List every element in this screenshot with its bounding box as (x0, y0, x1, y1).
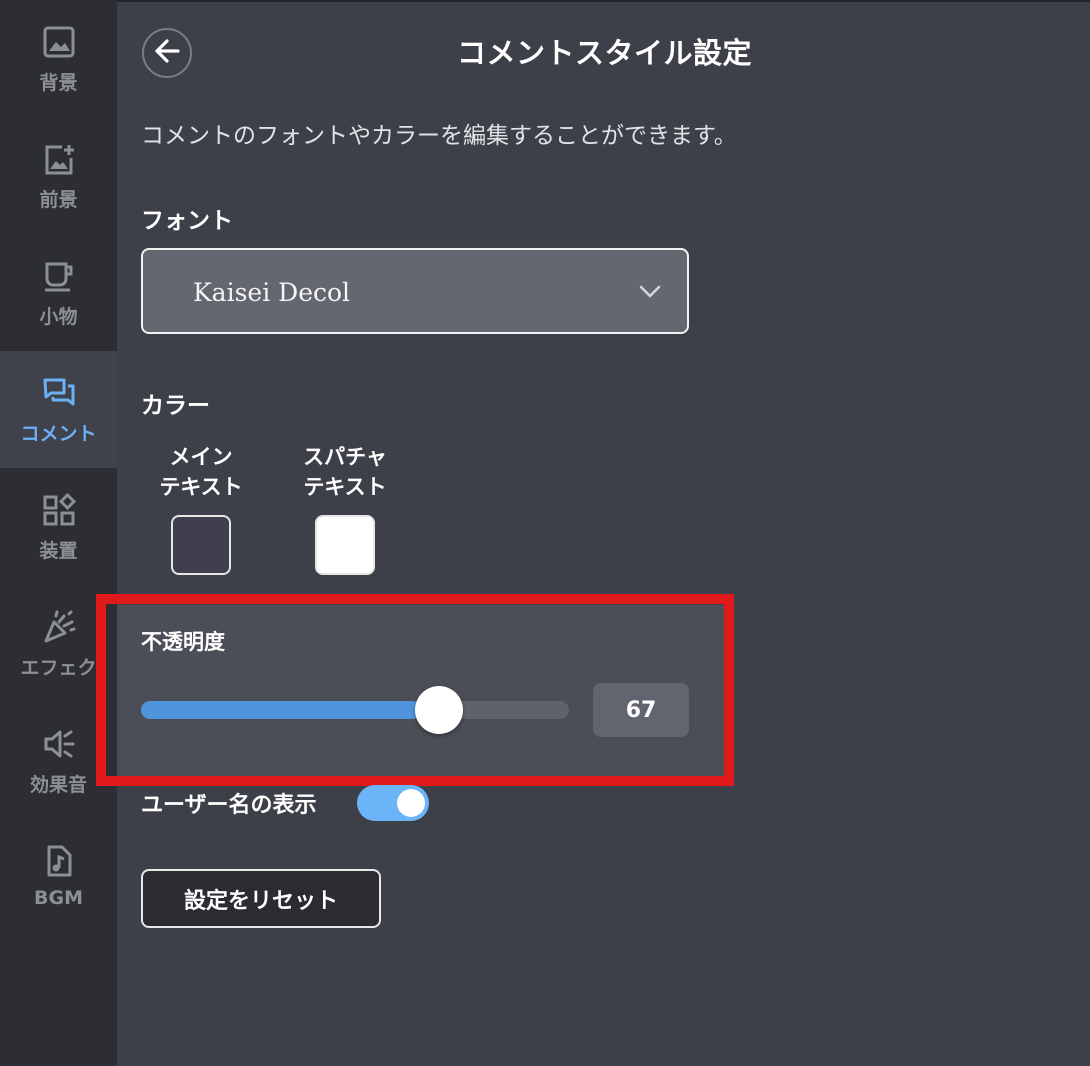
superchat-text-color-swatch[interactable] (315, 515, 375, 575)
opacity-slider-fill (141, 701, 421, 719)
font-section-label: フォント (141, 208, 233, 234)
sidebar-item-foreground[interactable]: 前景 (0, 117, 117, 234)
username-display-toggle[interactable] (357, 785, 429, 821)
arrow-left-icon (154, 38, 180, 68)
sidebar-item-label: 効果音 (29, 774, 87, 796)
sidebar-item-comment[interactable]: コメント (0, 351, 117, 468)
sidebar-item-label: エフェク (20, 657, 97, 679)
cup-icon (39, 256, 79, 296)
opacity-label: 不透明度 (141, 630, 225, 654)
superchat-text-color-label: スパチャ テキスト (303, 445, 387, 499)
sidebar-item-background[interactable]: 背景 (0, 0, 117, 117)
sidebar: 背景 前景 小物 コメント 装置 エフェク 効果音 BGM (0, 0, 117, 1066)
main-text-color-label: メイン テキスト (159, 445, 243, 499)
sidebar-item-bgm[interactable]: BGM (0, 819, 117, 936)
toggle-knob (397, 789, 425, 817)
sidebar-item-label: 背景 (39, 72, 78, 94)
page-title: コメントスタイル設定 (457, 36, 753, 70)
font-select-value: Kaisei Decol (193, 278, 351, 307)
party-popper-icon (39, 607, 79, 647)
speaker-icon (39, 724, 79, 764)
back-button[interactable] (142, 28, 192, 78)
sidebar-item-label: BGM (34, 887, 83, 909)
sidebar-item-label: 装置 (39, 540, 78, 562)
music-file-icon (39, 841, 79, 881)
widgets-icon (39, 490, 79, 530)
chevron-down-icon (639, 284, 661, 303)
sidebar-item-label: 小物 (39, 306, 78, 328)
font-select[interactable]: Kaisei Decol (141, 248, 689, 334)
sidebar-item-label: コメント (20, 423, 97, 445)
username-display-label: ユーザー名の表示 (141, 793, 317, 818)
page-description: コメントのフォントやカラーを編集することができます。 (141, 123, 737, 149)
reset-settings-button[interactable]: 設定をリセット (141, 869, 381, 928)
opacity-value[interactable]: 67 (593, 683, 689, 737)
image-add-icon (39, 139, 79, 179)
chat-icon (39, 373, 79, 413)
sidebar-item-devices[interactable]: 装置 (0, 468, 117, 585)
opacity-slider[interactable] (141, 686, 569, 734)
color-section-label: カラー (141, 393, 210, 419)
image-icon (39, 22, 79, 62)
main-text-color-swatch[interactable] (171, 515, 231, 575)
top-border (0, 0, 1090, 2)
sidebar-item-props[interactable]: 小物 (0, 234, 117, 351)
opacity-slider-thumb[interactable] (415, 686, 463, 734)
sidebar-item-label: 前景 (39, 189, 78, 211)
